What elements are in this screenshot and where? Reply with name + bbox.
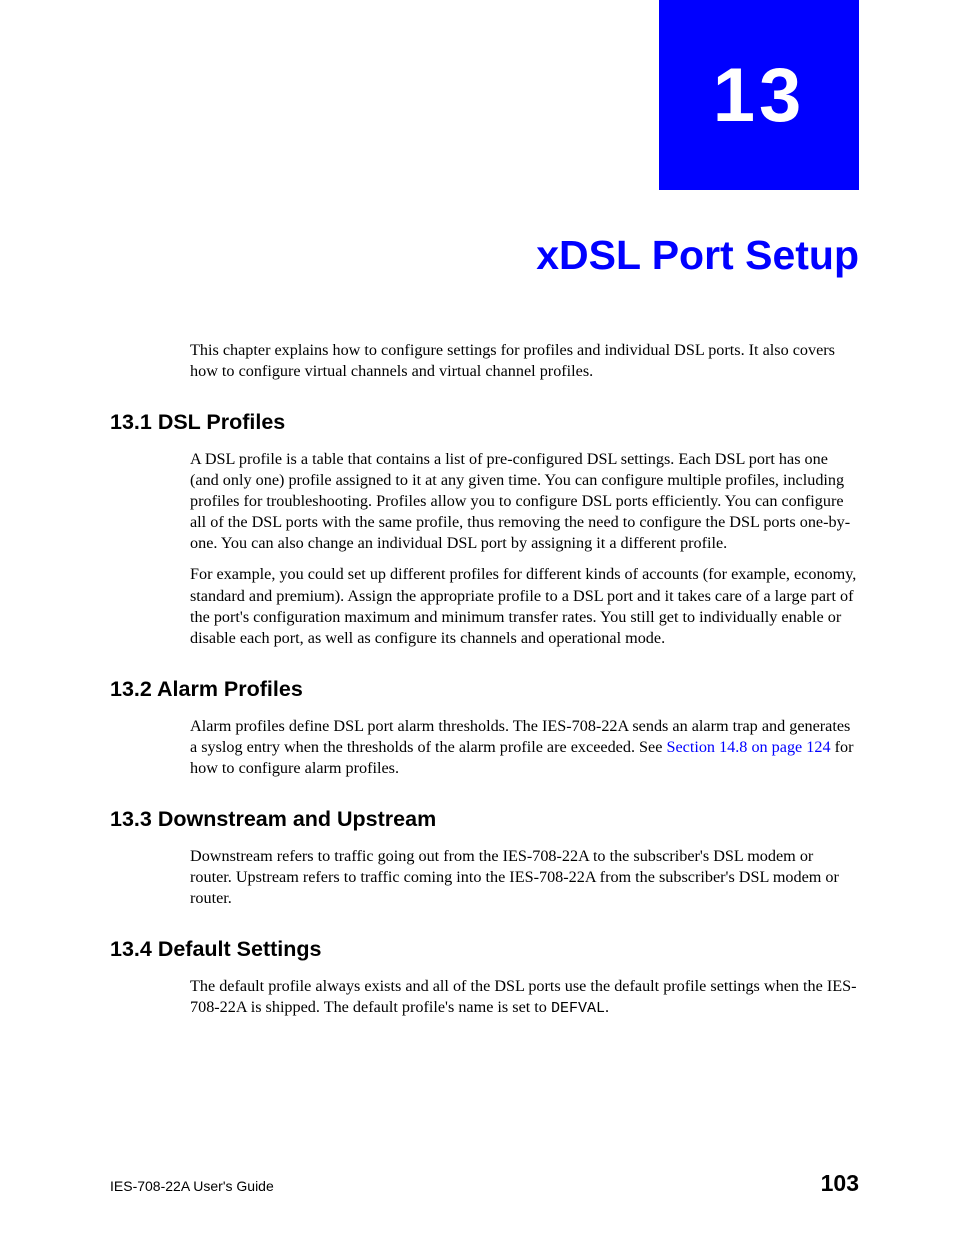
page-footer: IES-708-22A User's Guide 103 (110, 1170, 859, 1197)
section-13-4-p1: The default profile always exists and al… (190, 976, 859, 1019)
cross-reference-link[interactable]: Section 14.8 on page 124 (666, 738, 830, 756)
section-heading-13-3: 13.3 Downstream and Upstream (110, 807, 859, 832)
footer-page-number: 103 (821, 1170, 859, 1197)
section-13-3-p1: Downstream refers to traffic going out f… (190, 846, 859, 909)
page-content: This chapter explains how to configure s… (110, 340, 859, 1029)
code-text: DEFVAL (551, 1000, 605, 1017)
section-heading-13-2: 13.2 Alarm Profiles (110, 677, 859, 702)
section-heading-13-4: 13.4 Default Settings (110, 937, 859, 962)
footer-guide-name: IES-708-22A User's Guide (110, 1178, 274, 1194)
section-13-1-p2: For example, you could set up different … (190, 564, 859, 648)
section-13-1-p1: A DSL profile is a table that contains a… (190, 449, 859, 554)
chapter-title: xDSL Port Setup (536, 232, 859, 279)
chapter-number: 13 (713, 52, 806, 139)
chapter-number-box: 13 (659, 0, 859, 190)
section-13-2-p1: Alarm profiles define DSL port alarm thr… (190, 716, 859, 779)
text-span: . (605, 998, 609, 1016)
section-heading-13-1: 13.1 DSL Profiles (110, 410, 859, 435)
text-span: The default profile always exists and al… (190, 977, 857, 1016)
chapter-intro: This chapter explains how to configure s… (190, 340, 859, 382)
